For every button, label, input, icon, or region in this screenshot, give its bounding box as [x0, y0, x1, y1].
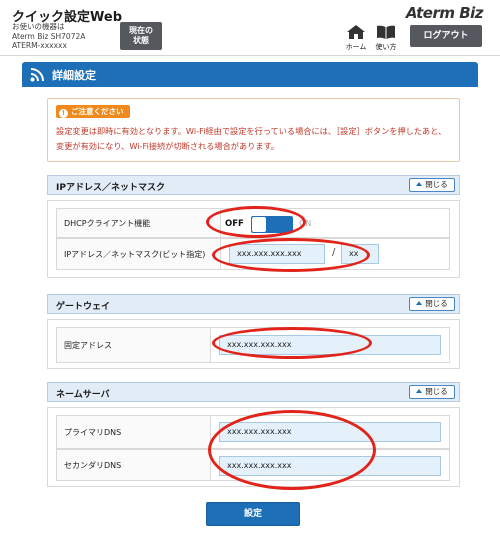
header: クイック設定Web お使いの機器は Aterm Biz SH7072A ATER…: [0, 0, 500, 56]
ip-label: IPアドレス／ネットマスク(ビット指定): [57, 239, 221, 269]
device-info-line: お使いの機器は: [12, 22, 65, 31]
annotation-circle-dhcp: [206, 206, 306, 238]
page-title-bar: 詳細設定: [22, 62, 478, 87]
dhcp-label: DHCPクライアント機能: [57, 209, 221, 237]
caret-up-icon: [416, 389, 423, 393]
close-button-label: 閉じる: [425, 180, 448, 189]
section-header-dns: ネームサーバ 閉じる: [47, 382, 460, 402]
notice-text: 設定変更は即時に有効となります。Wi-Fi経由で設定を行っている場合には、［設定…: [56, 126, 447, 151]
secondary-dns-label: セカンダリDNS: [57, 450, 211, 480]
close-button-gateway[interactable]: 閉じる: [409, 297, 455, 311]
current-status-button[interactable]: 現在の 状態: [120, 22, 162, 50]
submit-button[interactable]: 設定: [206, 502, 300, 526]
close-button-ip[interactable]: 閉じる: [409, 178, 455, 192]
section-title-ip: IPアドレス／ネットマスク: [56, 183, 165, 193]
status-button-line1: 現在の: [129, 26, 153, 35]
section-header-gateway: ゲートウェイ 閉じる: [47, 294, 460, 314]
home-icon: [347, 25, 365, 39]
close-button-dns[interactable]: 閉じる: [409, 385, 455, 399]
book-icon: [377, 25, 395, 39]
primary-dns-label: プライマリDNS: [57, 416, 211, 448]
annotation-circle-gateway: [212, 327, 372, 359]
notice-badge-label: ご注意ください: [71, 107, 124, 116]
home-link[interactable]: ホーム: [345, 25, 367, 52]
logout-button[interactable]: ログアウト: [410, 25, 482, 47]
notice-box: ! ご注意ください 設定変更は即時に有効となります。Wi-Fi経由で設定を行ってい…: [47, 98, 460, 162]
home-label: ホーム: [345, 43, 367, 51]
guide-link[interactable]: 使い方: [374, 25, 398, 52]
brand-logo: Aterm Biz: [405, 4, 484, 22]
status-button-line2: 状態: [133, 36, 149, 45]
annotation-circle-ip: [212, 238, 370, 272]
exclamation-icon: !: [59, 109, 68, 118]
notice-badge: ! ご注意ください: [56, 105, 130, 118]
guide-label: 使い方: [375, 43, 397, 51]
close-button-label: 閉じる: [425, 299, 448, 308]
close-button-label: 閉じる: [425, 387, 448, 396]
device-info: お使いの機器は Aterm Biz SH7072A ATERM-xxxxxx: [12, 22, 85, 51]
wifi-icon: [30, 68, 44, 82]
fixed-address-label: 固定アドレス: [57, 328, 211, 362]
caret-up-icon: [416, 301, 423, 305]
section-title-gateway: ゲートウェイ: [56, 302, 111, 312]
device-model: Aterm Biz SH7072A: [12, 31, 86, 41]
device-name: ATERM-xxxxxx: [12, 41, 67, 50]
page-title: 詳細設定: [52, 69, 96, 82]
caret-up-icon: [416, 182, 423, 186]
annotation-circle-dns: [208, 410, 376, 490]
section-header-ip: IPアドレス／ネットマスク 閉じる: [47, 175, 460, 195]
section-title-dns: ネームサーバ: [56, 390, 110, 400]
